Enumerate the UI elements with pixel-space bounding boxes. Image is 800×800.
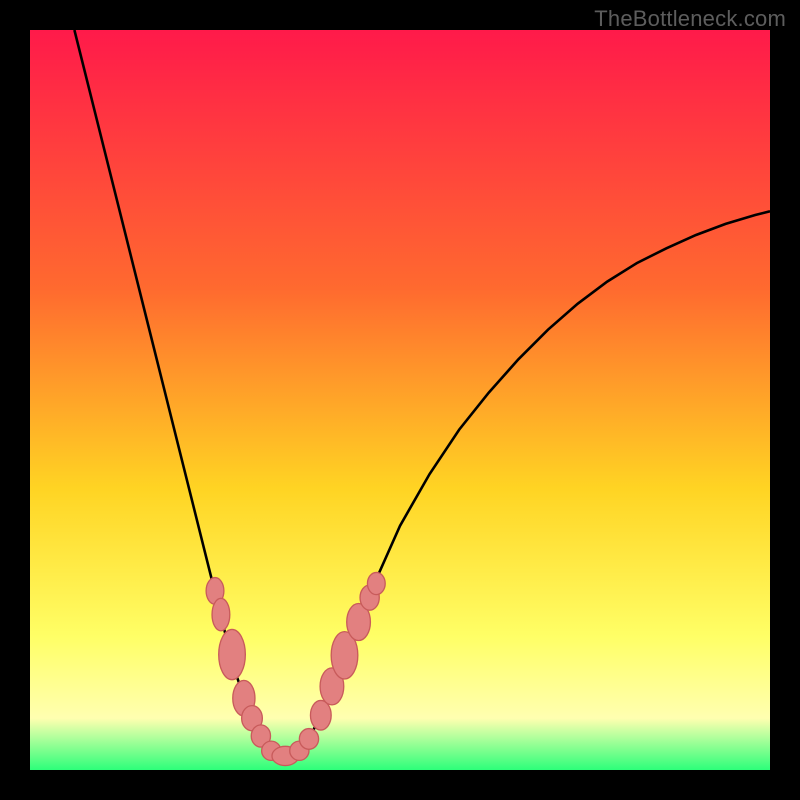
plot-area <box>30 30 770 770</box>
right-curve <box>296 211 770 753</box>
data-marker <box>367 572 385 594</box>
data-marker <box>310 700 331 730</box>
curve-layer <box>30 30 770 770</box>
data-marker <box>212 598 230 631</box>
data-marker <box>219 629 246 679</box>
data-markers <box>206 572 385 765</box>
watermark-text: TheBottleneck.com <box>594 6 786 32</box>
data-marker <box>299 729 318 750</box>
chart-frame: TheBottleneck.com <box>0 0 800 800</box>
